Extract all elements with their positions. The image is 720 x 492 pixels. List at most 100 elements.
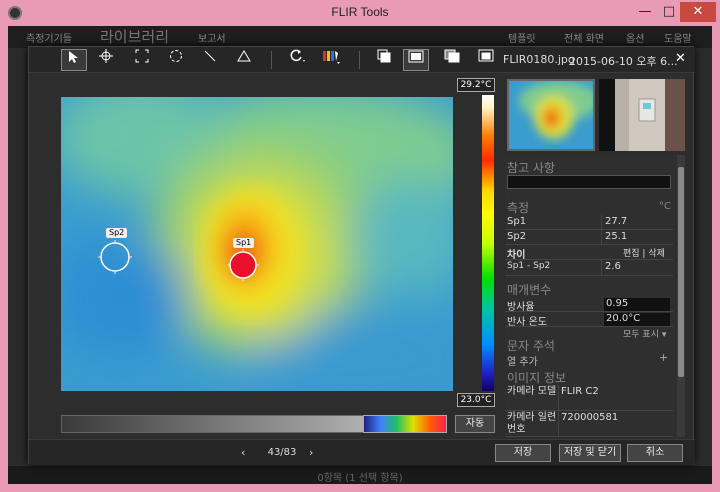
param-label: 방사율 (507, 302, 535, 313)
spot-sp1-marker[interactable] (227, 249, 259, 281)
scale-max-temp[interactable]: 29.2°C (457, 78, 495, 92)
crosshair-icon (99, 49, 113, 63)
reflected-temp-input[interactable]: 20.0°C (604, 313, 670, 326)
next-image-button[interactable]: › (309, 446, 313, 459)
menu-help[interactable]: 도움말 (664, 30, 692, 45)
box-tool-button[interactable] (129, 49, 155, 71)
difference-row[interactable]: Sp1 - Sp2 2.6 (505, 260, 673, 276)
line-tool-button[interactable] (197, 49, 223, 71)
circle-tool-button[interactable] (163, 49, 189, 71)
window-titlebar: FLIR Tools — □ ✕ (0, 0, 720, 26)
triangle-icon (237, 50, 251, 62)
column-divider (558, 385, 559, 411)
thermal-thumbnail[interactable] (507, 79, 595, 151)
image-info-row-serial: 카메라 일련 번호 720000581 (505, 411, 673, 437)
difference-edit-delete-link[interactable]: 편집 | 삭제 (623, 246, 665, 259)
dialog-toolbar: FLIR0180.jpg 2015-06-10 오후 6... ✕ (29, 47, 695, 73)
param-row-emissivity: 방사율 0.95 (505, 297, 673, 313)
box-area-icon (135, 49, 149, 63)
auto-adjust-button[interactable]: 자동 (455, 415, 495, 433)
minimize-button[interactable]: — (634, 2, 656, 22)
photo-thumbnail[interactable] (599, 79, 685, 151)
scale-min-temp[interactable]: 23.0°C (457, 393, 495, 407)
panel-scrollbar-thumb[interactable] (678, 167, 684, 377)
rotate-button[interactable] (285, 49, 311, 71)
level-span-range-handle[interactable] (363, 415, 447, 433)
notes-section-title: 참고 사항 (507, 161, 555, 175)
param-row-reflected-temp: 반사 온도 20.0°C (505, 312, 673, 328)
menu-fullscreen[interactable]: 전체 화면 (564, 30, 604, 45)
measure-unit: °C (659, 201, 671, 212)
image-editor-dialog: FLIR0180.jpg 2015-06-10 오후 6... ✕ Sp1 Sp… (28, 46, 695, 465)
params-section-title: 매개변수 (507, 283, 552, 297)
thermal-thumbnail-image (509, 81, 593, 149)
app-menu-bar: 측정기기들 라이브러리 보고서 템플릿 전체 화면 옵션 도움말 (8, 26, 712, 48)
menu-template[interactable]: 템플릿 (508, 30, 536, 45)
app-status-bar: 0항목 (1 선택 항목) (8, 466, 712, 484)
measurement-row-sp2[interactable]: Sp2 25.1 (505, 230, 673, 245)
menu-library[interactable]: 라이브러리 (100, 26, 169, 47)
measurement-label: Sp2 (507, 231, 527, 242)
image-info-row-model: 카메라 모델 FLIR C2 (505, 385, 673, 411)
column-divider (601, 260, 602, 275)
status-text: 0항목 (1 선택 항목) (317, 473, 403, 484)
pointer-icon (69, 51, 78, 63)
measurement-value: 27.7 (605, 216, 628, 227)
measure-section-title: 측정 (507, 201, 530, 215)
dialog-footer: ‹ 43/83 › 저장 저장 및 닫기 취소 (29, 439, 695, 465)
photo-view-icon (408, 50, 424, 63)
menu-devices[interactable]: 측정기기들 (26, 30, 72, 45)
show-all-link[interactable]: 모두 표시 ▾ (623, 327, 666, 340)
thermal-image-canvas[interactable]: Sp1 Sp2 (61, 97, 453, 391)
difference-formula: Sp1 - Sp2 (507, 261, 551, 271)
spot-sp2-label: Sp2 (106, 228, 128, 238)
maximize-button[interactable]: □ (658, 2, 680, 22)
toolbar-separator (359, 51, 360, 69)
dialog-close-button[interactable]: ✕ (675, 51, 686, 66)
menu-report[interactable]: 보고서 (198, 30, 226, 45)
save-and-close-button[interactable]: 저장 및 닫기 (559, 444, 621, 462)
view-ir-button[interactable] (371, 49, 397, 71)
column-divider (601, 230, 602, 245)
info-panel: 참고 사항 측정 °C Sp1 27.7 Sp2 25.1 차이 편집 | 삭제… (505, 155, 685, 437)
ir-view-icon (377, 49, 391, 63)
view-photo-button[interactable] (403, 49, 429, 71)
difference-label: 차이 (507, 250, 526, 261)
spot-tool-button[interactable] (93, 49, 119, 71)
rotate-icon (290, 49, 305, 62)
param-label: 반사 온도 (507, 317, 547, 328)
measurement-row-sp1[interactable]: Sp1 27.7 (505, 215, 673, 230)
window-close-button[interactable]: ✕ (680, 2, 716, 22)
view-pip-button[interactable] (473, 49, 499, 71)
palette-icon (323, 51, 340, 64)
image-info-value: 720000581 (561, 412, 619, 423)
circle-area-icon (170, 50, 182, 62)
menu-options[interactable]: 옵션 (626, 30, 644, 45)
image-counter: 43/83 (267, 447, 297, 458)
delta-tool-button[interactable] (231, 49, 257, 71)
spot-sp2-marker[interactable] (98, 240, 132, 274)
emissivity-input[interactable]: 0.95 (604, 298, 670, 311)
measurement-label: Sp1 (507, 216, 527, 227)
pointer-tool-button[interactable] (61, 49, 87, 71)
toolbar-separator (271, 51, 272, 69)
prev-image-button[interactable]: ‹ (241, 446, 245, 459)
pip-view-icon (478, 49, 494, 62)
text-annotation-section-title: 문자 주석 (507, 339, 555, 353)
image-info-value: FLIR C2 (561, 386, 599, 397)
cancel-button[interactable]: 취소 (627, 444, 683, 462)
image-info-label: 카메라 모델 (507, 386, 557, 397)
view-fusion-button[interactable] (439, 49, 465, 71)
file-date: 2015-06-10 오후 6... (569, 55, 678, 68)
column-divider (558, 411, 559, 437)
photo-thumbnail-image (599, 79, 685, 151)
palette-button[interactable] (319, 49, 345, 71)
file-name: FLIR0180.jpg (503, 53, 575, 66)
difference-value: 2.6 (605, 261, 621, 272)
add-column-link[interactable]: 열 추가 (507, 353, 538, 368)
add-column-plus-button[interactable]: + (659, 351, 668, 364)
image-info-section-title: 이미지 정보 (507, 371, 567, 385)
fusion-view-icon (444, 49, 460, 63)
save-button[interactable]: 저장 (495, 444, 551, 462)
notes-input[interactable] (507, 175, 671, 189)
